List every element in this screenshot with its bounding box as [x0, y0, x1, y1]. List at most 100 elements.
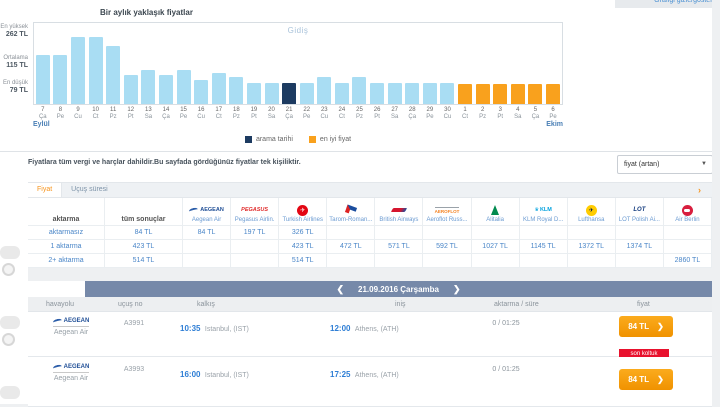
chart-bar-day-24[interactable] [335, 83, 349, 104]
matrix-one_stop-all-price-label: 423 TL [133, 243, 155, 250]
left-filter-rail [0, 152, 28, 404]
matrix-direct-all-price[interactable]: 84 TL [105, 226, 183, 240]
chart-bar-day-15[interactable] [177, 70, 191, 104]
chart-bar-day-14[interactable] [159, 75, 173, 104]
filter-radio[interactable] [2, 263, 15, 276]
day-of-week: Ct [456, 114, 474, 120]
price-button[interactable]: 84 TL❯ [619, 316, 673, 337]
chart-bar-day-13[interactable] [141, 70, 155, 104]
matrix-airline-aegean[interactable]: AEGEANAegean Air [183, 198, 231, 226]
chart-bar-day-25[interactable] [352, 77, 366, 104]
chart-bar-day-20[interactable] [265, 83, 279, 104]
chart-bar-day-1[interactable] [458, 84, 472, 104]
tarom-mark [345, 205, 357, 216]
day-number: 15 [175, 107, 193, 113]
chart-bar-day-28[interactable] [405, 83, 419, 104]
matrix-one_stop-lot-price[interactable]: 1374 TL [616, 240, 664, 254]
chart-bar-day-6[interactable] [546, 84, 560, 104]
matrix-airline-alitalia[interactable]: Alitalia [472, 198, 520, 226]
matrix-multi-airberlin-price-label: 2860 TL [675, 257, 701, 264]
page: Bir aylık yaklaşık fiyatlar En yüksek 26… [0, 0, 720, 404]
sort-select[interactable]: fiyat (artan) [617, 155, 713, 174]
matrix-one_stop-lufthansa-price[interactable]: 1372 TL [568, 240, 616, 254]
matrix-airline-tarom[interactable]: Tarom-Roman... [327, 198, 375, 226]
chart-bar-day-16[interactable] [194, 80, 208, 104]
airberlin-logo-icon [682, 204, 693, 216]
matrix-one_stop-klm-price[interactable]: 1145 TL [520, 240, 568, 254]
filter-slider-handle[interactable] [0, 246, 20, 259]
chart-bar-day-10[interactable] [89, 37, 103, 104]
chart-bar-day-4[interactable] [511, 84, 525, 104]
matrix-airline-ba[interactable]: British Airways [375, 198, 423, 226]
matrix-empty-cell [520, 254, 568, 268]
matrix-airline-turkish[interactable]: ✈Turkish Airlines [279, 198, 327, 226]
matrix-multi-turkish-price[interactable]: 514 TL [279, 254, 327, 268]
departure: 10:35 Istanbul, (IST) [180, 318, 249, 336]
matrix-direct-aegean-price-label: 84 TL [198, 229, 216, 236]
matrix-direct-pegasus-price[interactable]: 197 TL [231, 226, 279, 240]
chart-bar-day-17[interactable] [212, 73, 226, 104]
chart-bar-day-23[interactable] [317, 77, 331, 104]
axis-min: En düşük 79 TL [0, 80, 28, 95]
matrix-one_stop-tarom-price-label: 472 TL [340, 243, 362, 250]
matrix-one_stop-lot-price-label: 1374 TL [627, 243, 653, 250]
matrix-scroll-right-icon[interactable]: › [698, 185, 701, 195]
tab-fiyat[interactable]: Fiyat [28, 183, 62, 197]
day-of-week: Pt [245, 114, 263, 120]
chart-bar-day-30[interactable] [440, 83, 454, 104]
matrix-direct-aegean-price[interactable]: 84 TL [183, 226, 231, 240]
matrix-one_stop-all-price[interactable]: 423 TL [105, 240, 183, 254]
chart-bar-day-11[interactable] [106, 46, 120, 104]
chart-bar-day-2[interactable] [476, 84, 490, 104]
prev-day-icon[interactable]: ❮ [336, 284, 344, 295]
chart-bar-day-29[interactable] [423, 83, 437, 104]
matrix-multi-airberlin-price[interactable]: 2860 TL [664, 254, 712, 268]
turkish-circle: ✈ [297, 205, 308, 216]
filter-slider-handle[interactable] [0, 386, 20, 399]
tab-ucus-suresi[interactable]: Uçuş süresi [62, 183, 117, 197]
matrix-airline-lot[interactable]: LOTLOT Polish Ai... [616, 198, 664, 226]
chevron-right-icon: ❯ [657, 322, 664, 331]
chart-bar-day-21[interactable] [282, 83, 296, 104]
matrix-one_stop-turkish-price[interactable]: 423 TL [279, 240, 327, 254]
filter-slider-handle[interactable] [0, 316, 20, 329]
matrix-airline-lufthansa[interactable]: ✈Lufthansa [568, 198, 616, 226]
next-day-icon[interactable]: ❯ [453, 284, 461, 295]
matrix-airline-pegasus[interactable]: PEGASUSPegasus Airlin. [231, 198, 279, 226]
matrix-one_stop-alitalia-price[interactable]: 1027 TL [472, 240, 520, 254]
matrix-airline-klm[interactable]: ♛KLMKLM Royal D... [520, 198, 568, 226]
chart-bar-day-22[interactable] [300, 83, 314, 104]
chart-bar-day-27[interactable] [388, 83, 402, 104]
chart-bar-day-12[interactable] [124, 75, 138, 104]
chart-bar-day-9[interactable] [71, 37, 85, 104]
chart-bar-day-18[interactable] [229, 77, 243, 104]
chart-day-label: 19Pt [245, 107, 263, 120]
matrix-empty-cell [664, 226, 712, 240]
matrix-direct-turkish-price[interactable]: 326 TL [279, 226, 327, 240]
matrix-one_stop-ba-price[interactable]: 571 TL [375, 240, 423, 254]
matrix-empty-cell [664, 240, 712, 254]
chart-day-label: 11Pz [104, 107, 122, 120]
toggle-chart-link[interactable]: Grafiği gizle/göster ▾ [622, 0, 718, 7]
chart-bar-day-19[interactable] [247, 83, 261, 104]
matrix-one_stop-tarom-price[interactable]: 472 TL [327, 240, 375, 254]
matrix-one_stop-aeroflot-price[interactable]: 592 TL [423, 240, 471, 254]
price-button[interactable]: 84 TL❯ [619, 369, 673, 390]
filter-radio[interactable] [2, 333, 15, 346]
day-of-week: Pe [544, 114, 562, 120]
chart-bar-day-5[interactable] [528, 84, 542, 104]
matrix-airline-aeroflot[interactable]: AEROFLOTAeroflot Russ... [423, 198, 471, 226]
day-number: 2 [474, 107, 492, 113]
matrix-multi-all-price[interactable]: 514 TL [105, 254, 183, 268]
chart-day-label: 10Ct [87, 107, 105, 120]
chart-bar-day-7[interactable] [36, 55, 50, 104]
chart-bar-day-8[interactable] [53, 55, 67, 104]
matrix-airline-airberlin[interactable]: Air Berlin [664, 198, 712, 226]
day-number: 27 [386, 107, 404, 113]
chart-bar-day-3[interactable] [493, 84, 507, 104]
chart-bar-cell [509, 23, 527, 104]
chart-bar-day-26[interactable] [370, 83, 384, 104]
chart-day-label: 17Ct [210, 107, 228, 120]
day-of-week: Ça [527, 114, 545, 120]
logo-text: AEGEAN [64, 364, 90, 370]
